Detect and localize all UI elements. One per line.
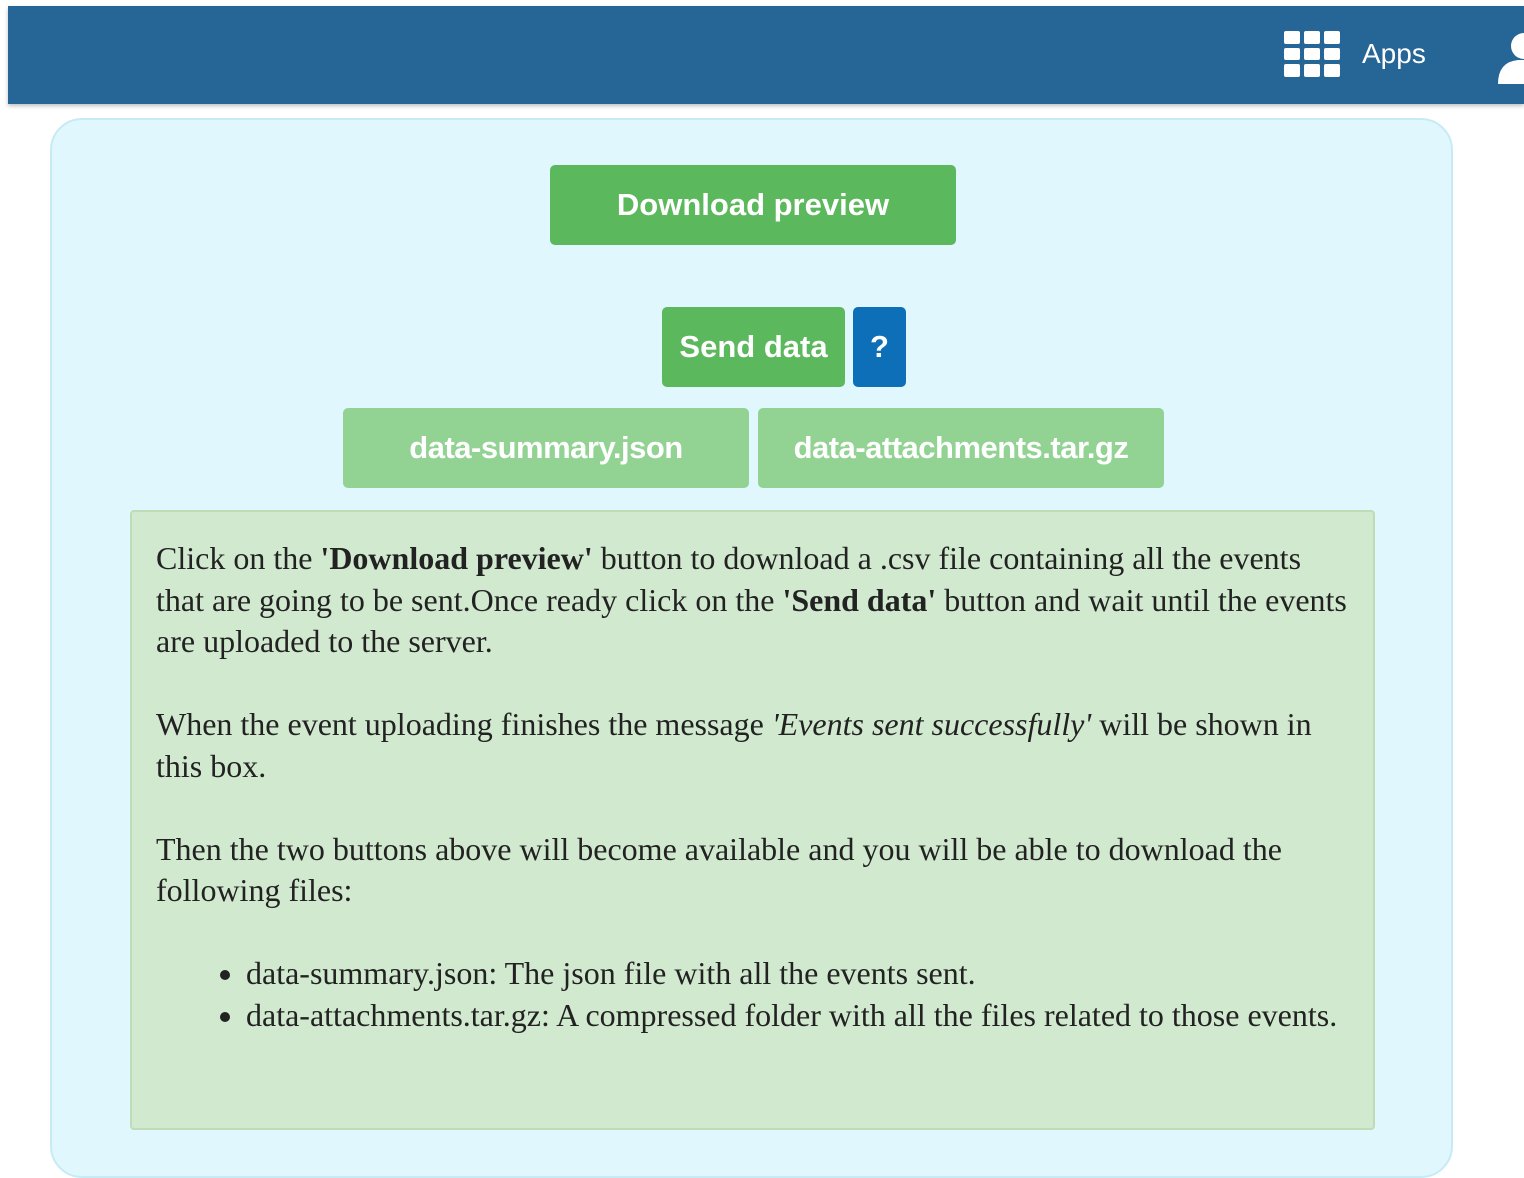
apps-menu[interactable]: Apps	[1284, 30, 1426, 78]
download-preview-button[interactable]: Download preview	[550, 165, 956, 245]
send-data-reference: 'Send data'	[782, 581, 937, 618]
info-paragraph-status: When the event uploading finishes the me…	[156, 706, 1312, 784]
success-message-reference: 'Events sent successfully'	[771, 706, 1092, 742]
apps-grid-icon	[1284, 31, 1340, 77]
top-navbar: Apps	[8, 6, 1524, 104]
info-box: Click on the 'Download preview' button t…	[130, 510, 1375, 1130]
data-attachments-download-button[interactable]: data-attachments.tar.gz	[758, 408, 1164, 488]
user-icon[interactable]	[1496, 32, 1524, 86]
list-item: data-summary.json: The json file with al…	[246, 953, 1351, 995]
apps-label: Apps	[1362, 38, 1426, 69]
export-panel: Download preview Send data ? data-summar…	[50, 118, 1453, 1178]
download-preview-reference: 'Download preview'	[320, 540, 593, 576]
send-data-button[interactable]: Send data	[662, 307, 845, 387]
info-paragraph-instructions: Click on the 'Download preview' button t…	[156, 540, 1347, 659]
info-paragraph-files: Then the two buttons above will become a…	[156, 830, 1282, 909]
data-summary-download-button[interactable]: data-summary.json	[343, 408, 749, 488]
files-list: data-summary.json: The json file with al…	[156, 953, 1351, 1036]
list-item: data-attachments.tar.gz: A compressed fo…	[246, 995, 1351, 1037]
help-button[interactable]: ?	[853, 307, 906, 387]
